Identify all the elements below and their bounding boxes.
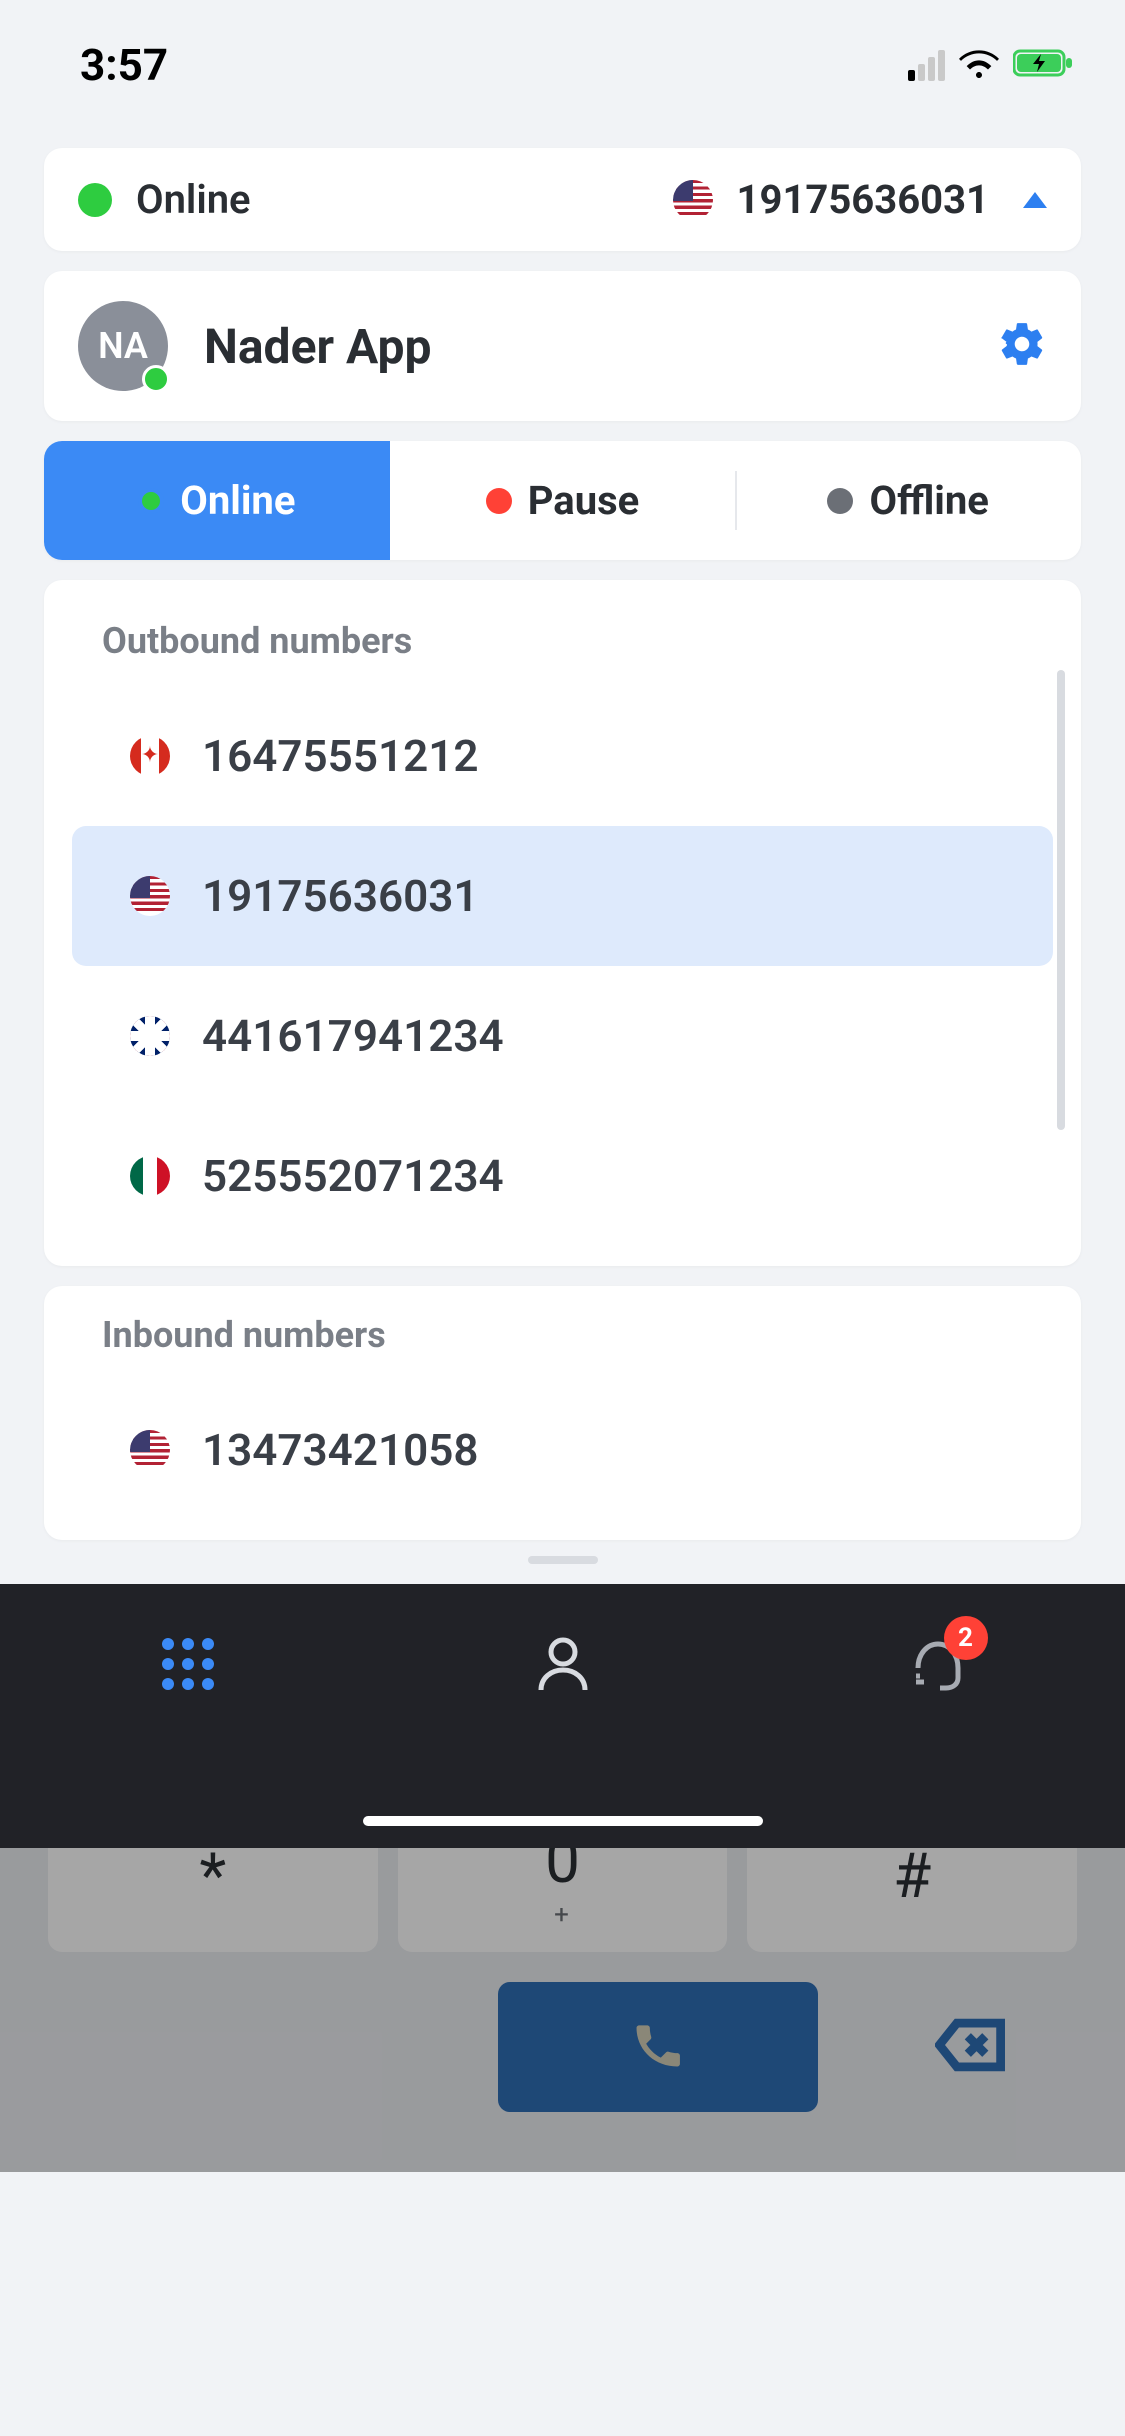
bottom-nav: 2 [0,1584,1125,1848]
battery-charging-icon [1013,48,1075,82]
nav-dialpad[interactable] [156,1632,220,1700]
number-text: 13473421058 [202,1424,479,1476]
status-tab-offline[interactable]: Offline [735,441,1081,560]
outbound-title: Outbound numbers [44,620,1081,686]
call-button[interactable] [498,1982,818,2112]
presence-dot [142,365,170,393]
number-row[interactable]: 525552071234 [72,1106,1053,1246]
wifi-icon [959,48,999,82]
phone-icon [630,2017,686,2077]
current-number: 19175636031 [737,176,989,223]
caret-up-icon [1023,192,1047,208]
settings-button[interactable] [997,319,1047,373]
inbound-numbers-card: Inbound numbers 13473421058 [44,1286,1081,1540]
number-text: 441617941234 [202,1010,504,1062]
mx-flag-icon [130,1156,170,1196]
green-dot-icon [138,488,164,514]
number-text: 19175636031 [202,870,479,922]
status-tab-label: Pause [528,477,640,524]
key-digit: # [893,1840,931,1913]
online-status-dot [78,183,112,217]
outbound-numbers-card: Outbound numbers ✦ 16475551212 191756360… [44,580,1081,1266]
status-icons [908,48,1075,82]
number-row[interactable]: ✦ 16475551212 [72,686,1053,826]
status-tab-label: Online [180,477,295,524]
us-flag-icon [130,1430,170,1470]
notification-badge: 2 [944,1616,988,1660]
number-row[interactable]: 13473421058 [72,1380,1053,1520]
uk-flag-icon [130,1016,170,1056]
cellular-signal-icon [908,50,945,81]
status-tab-online[interactable]: Online [44,441,390,560]
profile-name: Nader App [204,318,997,375]
number-row[interactable]: 19175636031 [72,826,1053,966]
status-tab-pause[interactable]: Pause [390,441,736,560]
headset-icon [906,1681,970,1700]
avatar[interactable]: NA [78,301,168,391]
key-digit: * [199,1840,226,1913]
scroll-indicator[interactable] [1057,670,1065,1130]
ca-flag-icon: ✦ [130,736,170,776]
nav-profile[interactable] [531,1632,595,1700]
inbound-title: Inbound numbers [44,1314,1081,1380]
number-text: 525552071234 [202,1150,504,1202]
us-flag-icon [673,180,713,220]
gray-dot-icon [827,488,853,514]
status-tab-label: Offline [869,477,988,524]
profile-row: NA Nader App [44,271,1081,421]
backspace-icon [935,2058,1005,2077]
online-label: Online [136,176,649,223]
current-number-header[interactable]: Online 19175636031 [44,148,1081,251]
status-tabs: Online Pause Offline [44,441,1081,560]
key-letters: + [554,1900,571,1930]
red-dot-icon [486,488,512,514]
profile-icon [531,1681,595,1700]
avatar-initials: NA [98,325,148,367]
dialpad-icon [156,1681,220,1700]
number-row[interactable]: 441617941234 [72,966,1053,1106]
home-indicator[interactable] [363,1816,763,1826]
backspace-button[interactable] [935,2017,1005,2077]
status-time: 3:57 [80,39,168,91]
number-text: 16475551212 [202,730,479,782]
sheet-drag-handle[interactable] [528,1556,598,1564]
nav-notifications[interactable]: 2 [906,1632,970,1700]
number-selector-sheet: Online 19175636031 NA Nader App Online P… [0,120,1125,1584]
us-flag-icon [130,876,170,916]
gear-icon [997,354,1047,373]
status-bar: 3:57 [0,0,1125,120]
